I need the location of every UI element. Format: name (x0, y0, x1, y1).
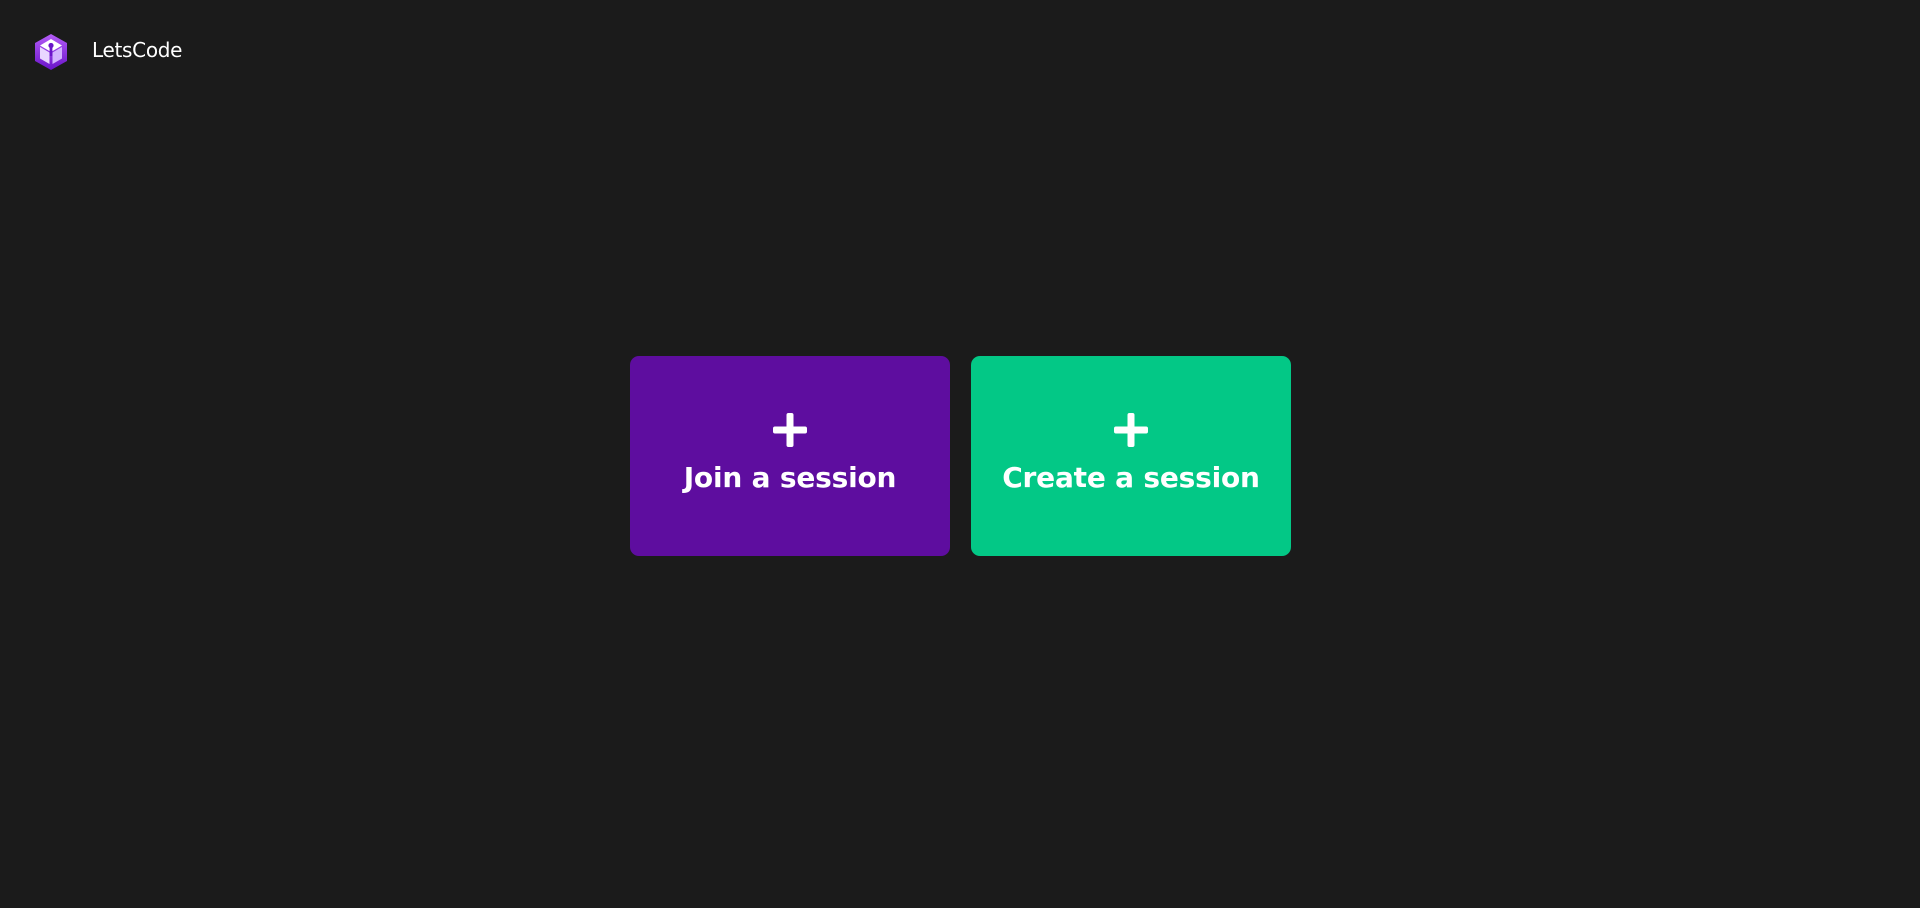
session-actions: Join a session Create a session (630, 356, 1291, 556)
app-brand-name: LetsCode (92, 38, 183, 62)
join-session-button[interactable]: Join a session (630, 356, 950, 556)
plus-icon (773, 412, 807, 447)
cube-logo-icon[interactable] (33, 33, 69, 71)
join-session-label: Join a session (683, 460, 897, 494)
create-session-button[interactable]: Create a session (971, 356, 1291, 556)
create-session-label: Create a session (1002, 460, 1260, 494)
plus-icon (1114, 412, 1148, 447)
app-header: LetsCode (0, 0, 1920, 104)
